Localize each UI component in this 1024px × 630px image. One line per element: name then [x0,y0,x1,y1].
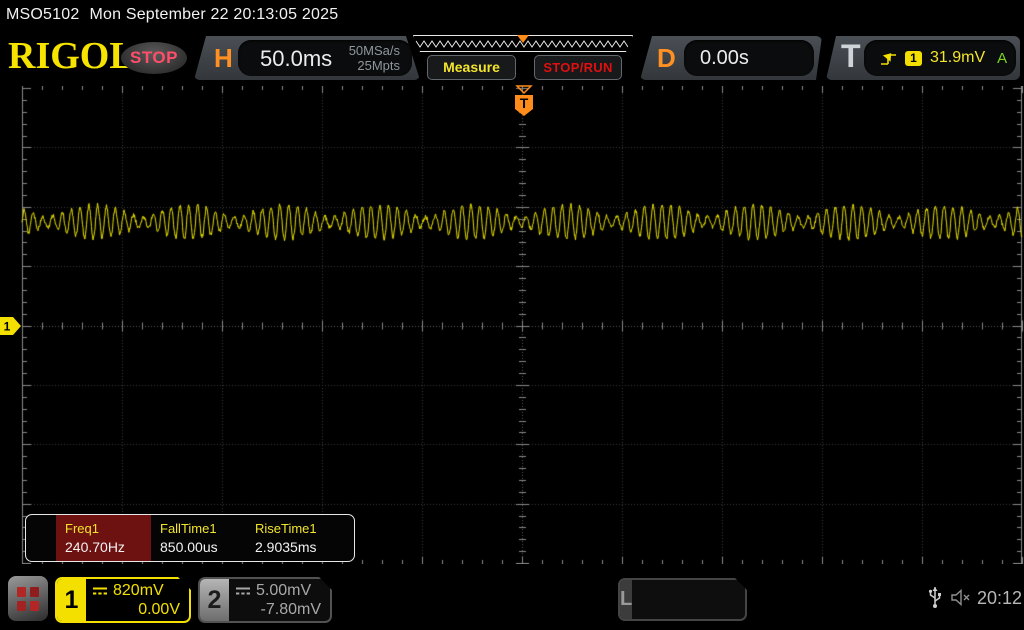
graticule-waveform-canvas [0,86,1024,564]
dc-coupling-icon [92,586,108,596]
red-grid-icon [17,586,39,611]
dc-coupling-icon [235,586,251,596]
memory-depth: 25Mpts [357,58,400,73]
horizontal-panel[interactable]: H 50.0ms 50MSa/s 25Mpts [194,36,420,80]
run-state-badge[interactable]: STOP [121,42,187,74]
trigger-position-marker[interactable]: T [511,84,537,118]
measure-button[interactable]: Measure [427,55,516,80]
sample-rate-and-depth: 50MSa/s 25Mpts [349,43,400,73]
oscilloscope-screen: MSO5102 Mon September 22 20:13:05 2025 RI… [0,0,1024,630]
delay-pill: 0.00s [684,40,814,76]
topbar: MSO5102 Mon September 22 20:13:05 2025 [0,0,1024,30]
timebase-value: 50.0ms [260,46,333,71]
system-clock: 20:12 [977,588,1023,608]
measurement-results-box: Freq1 240.70Hz FallTime1 850.00us RiseTi… [25,514,355,562]
measurement-value: 2.9035ms [255,539,317,555]
function-navigation-button[interactable] [8,576,48,621]
measurement-label: Freq1 [65,521,99,536]
svg-text:T: T [520,95,529,111]
model-name: MSO5102 [6,6,80,23]
trigger-mode-auto: A [997,49,1008,67]
channel1-status-block[interactable]: 1 820mV 0.00V [55,577,191,623]
channel2-status-block[interactable]: 2 5.00mV -7.80mV [198,577,332,623]
channel1-values: 820mV 0.00V [86,579,189,621]
measurement-value: 850.00us [160,539,218,555]
delay-panel[interactable]: D 0.00s [640,36,822,80]
channel2-scale: 5.00mV [256,582,312,599]
header-bar: RIGOL STOP H 50.0ms 50MSa/s 25Mpts Measu… [0,30,1024,84]
channel1-scale: 820mV [113,582,164,599]
channel1-offset-marker[interactable]: 1 [0,317,22,335]
delay-value: 0.00s [700,47,749,69]
stop-run-button[interactable]: STOP/RUN [534,55,622,80]
svg-text:1: 1 [4,320,11,334]
speaker-muted-icon [951,589,970,606]
measurement-risetime1[interactable]: RiseTime1 2.9035ms [246,515,341,561]
delay-label: D [657,43,676,73]
measurement-label: RiseTime1 [255,521,317,536]
rising-edge-icon [881,52,896,65]
horizontal-label: H [214,43,233,73]
trigger-source-badge: 1 [905,50,922,66]
digital-label: L [620,580,632,619]
usb-icon [928,587,941,608]
measurement-freq1[interactable]: Freq1 240.70Hz [56,515,151,561]
digital-row-0-7: 0 1 2 3 4 5 6 7 [638,616,744,621]
trigger-panel[interactable]: T 1 31.9mV A [826,36,1020,80]
channel1-number-tab: 1 [57,579,86,621]
channel1-offset: 0.00V [138,601,180,618]
channel2-number-tab: 2 [200,579,229,621]
measurement-value: 240.70Hz [65,539,125,555]
trigger-pill: 1 31.9mV A [864,40,1016,76]
channel2-offset: -7.80mV [260,601,321,618]
overview-trigger-position-icon[interactable] [517,35,529,43]
measurement-label: FallTime1 [160,521,217,536]
channel2-values: 5.00mV -7.80mV [229,579,330,621]
rigol-logo: RIGOL [8,35,135,77]
sample-rate: 50MSa/s [348,43,400,58]
trigger-level-value: 31.9mV [930,49,986,66]
digital-channels-block[interactable]: L 0 1 2 3 4 5 6 7 8 9 10 11 12 13 14 15 [618,578,747,621]
trigger-label: T [841,38,861,74]
datetime: Mon September 22 20:13:05 2025 [89,6,339,23]
measurement-falltime1[interactable]: FallTime1 850.00us [151,515,246,561]
horizontal-pill: 50.0ms 50MSa/s 25Mpts [238,40,412,76]
digital-channel-numbers: 0 1 2 3 4 5 6 7 8 9 10 11 12 13 14 15 [632,580,746,619]
